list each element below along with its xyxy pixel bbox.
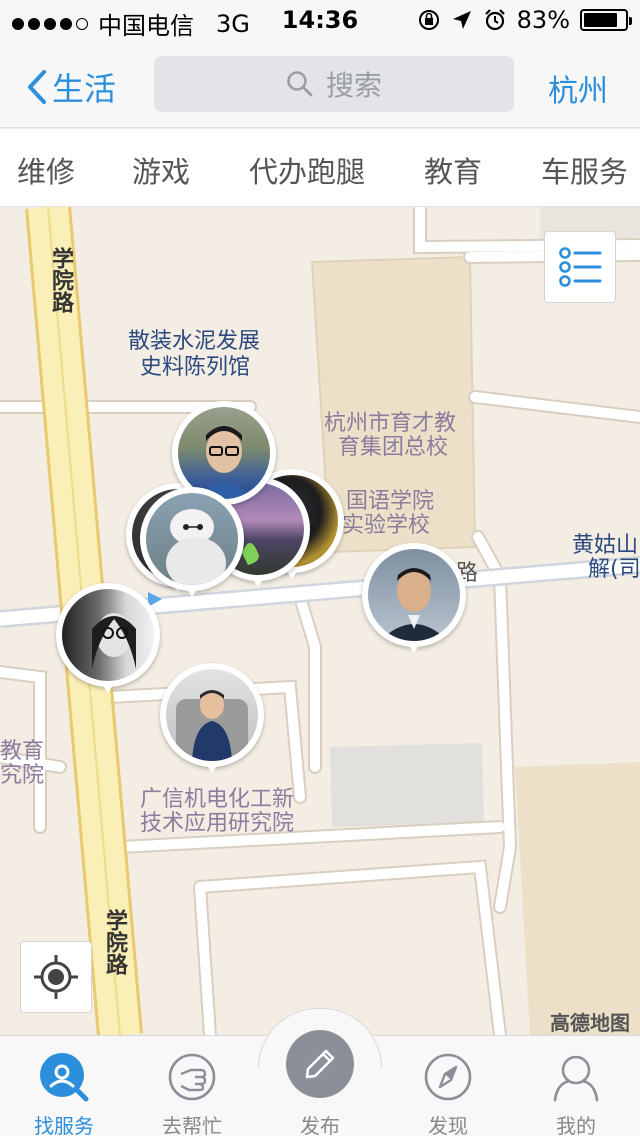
battery-percent: 83% — [516, 6, 570, 34]
user-avatar-pin[interactable] — [362, 543, 466, 663]
place-label: 技术应用研究院 — [140, 811, 295, 836]
tab-find-service[interactable]: 找服务 — [0, 1036, 128, 1136]
place-label: 实验学校 — [342, 513, 431, 538]
category-bar: 维修 游戏 代办跑腿 教育 车服务 — [0, 129, 640, 207]
locate-me-button[interactable] — [20, 941, 92, 1013]
tab-label: 发布 — [300, 1114, 340, 1136]
place-label: 杭州市育才教 — [324, 411, 457, 436]
road-label: 学院路 — [48, 247, 73, 313]
back-button[interactable]: 生活 — [26, 64, 116, 110]
list-view-button[interactable] — [544, 231, 616, 303]
tab-me[interactable]: 我的 — [512, 1036, 640, 1136]
user-avatar-pin[interactable] — [56, 583, 160, 703]
tab-label: 我的 — [556, 1114, 596, 1136]
rotation-lock-icon — [418, 10, 439, 30]
avatar — [146, 493, 238, 585]
help-hand-icon — [168, 1053, 216, 1101]
battery-icon — [580, 9, 632, 31]
city-selector[interactable]: 杭州 — [548, 66, 608, 110]
list-icon — [559, 247, 602, 287]
place-label: 国语学院 — [346, 489, 435, 514]
road-label: 学院路 — [102, 909, 127, 975]
avatar — [178, 407, 270, 499]
person-icon — [553, 1055, 599, 1102]
locate-icon — [34, 955, 78, 999]
place-label: 广信机电化工新 — [140, 787, 295, 812]
back-label: 生活 — [52, 70, 117, 108]
navigation-bar: 生活 搜索 杭州 — [0, 40, 640, 128]
tab-label: 发现 — [428, 1114, 468, 1136]
compass-icon — [424, 1053, 472, 1101]
tab-help[interactable]: 去帮忙 — [128, 1036, 256, 1136]
status-bar: 中国电信 3G 14:36 83% — [0, 0, 640, 40]
location-arrow-icon — [452, 11, 471, 29]
avatar — [166, 669, 258, 761]
search-input[interactable]: 搜索 — [154, 56, 514, 112]
place-label: 究院 — [0, 763, 45, 788]
place-label: 育集团总校 — [338, 435, 449, 460]
alarm-icon — [484, 9, 505, 31]
find-service-icon — [40, 1053, 89, 1102]
place-label: 解(司 — [588, 557, 640, 582]
place-label: 教育 — [0, 739, 45, 764]
search-icon — [287, 71, 313, 97]
chevron-left-icon — [28, 70, 46, 104]
map-provider-logo: 高德地图 — [550, 1011, 630, 1035]
category-item[interactable]: 教育 — [424, 149, 482, 191]
map-view[interactable]: 学院路 学院路 路 散装水泥发展 史料陈列馆 杭州市育才教 育集团总校 国语学院… — [0, 207, 640, 1035]
avatar — [62, 589, 154, 681]
category-item[interactable]: 代办跑腿 — [249, 149, 365, 191]
pencil-icon — [305, 1049, 335, 1079]
category-item[interactable]: 游戏 — [132, 149, 190, 191]
place-label: 史料陈列馆 — [140, 355, 251, 380]
user-avatar-pin[interactable] — [160, 663, 264, 783]
place-label: 散装水泥发展 — [128, 329, 261, 354]
search-placeholder: 搜索 — [325, 69, 382, 102]
tab-discover[interactable]: 发现 — [384, 1036, 512, 1136]
category-item[interactable]: 车服务 — [541, 149, 628, 191]
place-label: 黄姑山 — [572, 533, 639, 558]
tab-label: 找服务 — [34, 1114, 94, 1136]
category-item[interactable]: 维修 — [17, 149, 75, 191]
publish-button[interactable] — [286, 1030, 354, 1098]
avatar — [368, 549, 460, 641]
tab-label: 去帮忙 — [162, 1114, 222, 1136]
